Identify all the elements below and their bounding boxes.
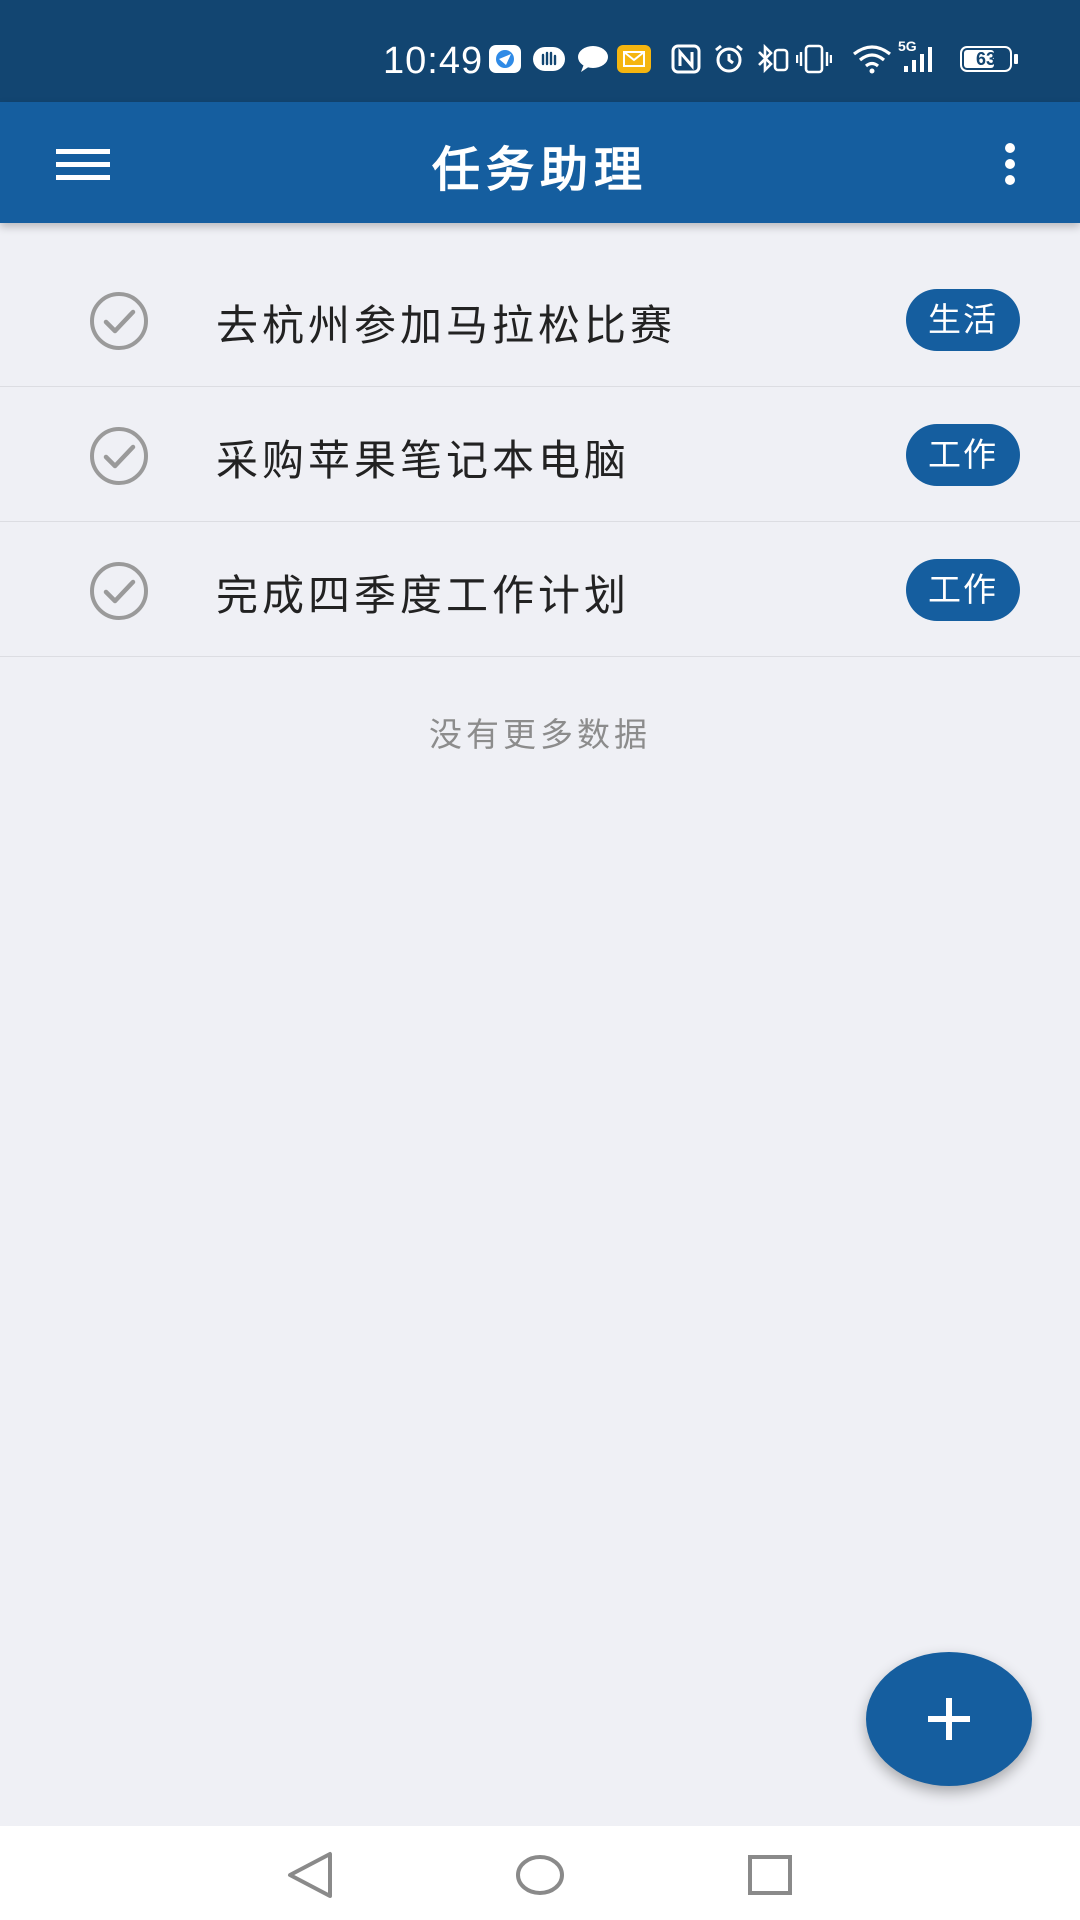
task-row[interactable]: 去杭州参加马拉松比赛 生活 (0, 252, 1080, 387)
task-title: 去杭州参加马拉松比赛 (216, 301, 677, 350)
check-circle-icon[interactable] (88, 290, 150, 352)
check-circle-icon[interactable] (88, 425, 150, 487)
task-row[interactable]: 完成四季度工作计划 工作 (0, 522, 1080, 657)
browser-icon (489, 45, 521, 73)
recents-icon[interactable] (735, 1840, 805, 1910)
wifi-icon (853, 45, 891, 74)
plus-icon (928, 1698, 970, 1740)
task-row[interactable]: 采购苹果笔记本电脑 工作 (0, 387, 1080, 522)
add-task-button[interactable] (866, 1652, 1032, 1786)
task-tag: 工作 (906, 424, 1020, 486)
back-icon[interactable] (276, 1840, 346, 1910)
task-tag: 生活 (906, 289, 1020, 351)
chat-icon (578, 46, 608, 72)
task-title: 完成四季度工作计划 (216, 571, 631, 620)
list-footer: 没有更多数据 (429, 715, 651, 754)
app-bar: 任务助理 (0, 102, 1080, 223)
hand-icon (533, 47, 565, 71)
signal-5g-icon: 5G (898, 38, 938, 78)
task-title: 采购苹果笔记本电脑 (216, 436, 631, 485)
task-tag: 工作 (906, 559, 1020, 621)
vibrate-icon (796, 44, 832, 74)
more-vertical-icon[interactable] (990, 140, 1030, 190)
bluetooth-icon (758, 44, 789, 74)
alarm-icon (715, 44, 743, 73)
battery-level: 63 (975, 49, 997, 69)
mail-icon (617, 45, 651, 73)
status-time: 10:49 (383, 40, 484, 82)
screen: 10:49 5G 63 任务助理 去杭州参加马拉松比赛 生活 采购苹果笔记本电脑… (0, 0, 1080, 1920)
status-bar: 10:49 5G 63 (0, 0, 1080, 102)
nfc-icon (671, 44, 701, 74)
battery-icon: 63 (960, 44, 1020, 74)
navigation-bar (0, 1826, 1080, 1920)
home-icon[interactable] (505, 1840, 575, 1910)
page-title: 任务助理 (431, 142, 648, 198)
task-list: 去杭州参加马拉松比赛 生活 采购苹果笔记本电脑 工作 完成四季度工作计划 工作 (0, 252, 1080, 657)
check-circle-icon[interactable] (88, 560, 150, 622)
